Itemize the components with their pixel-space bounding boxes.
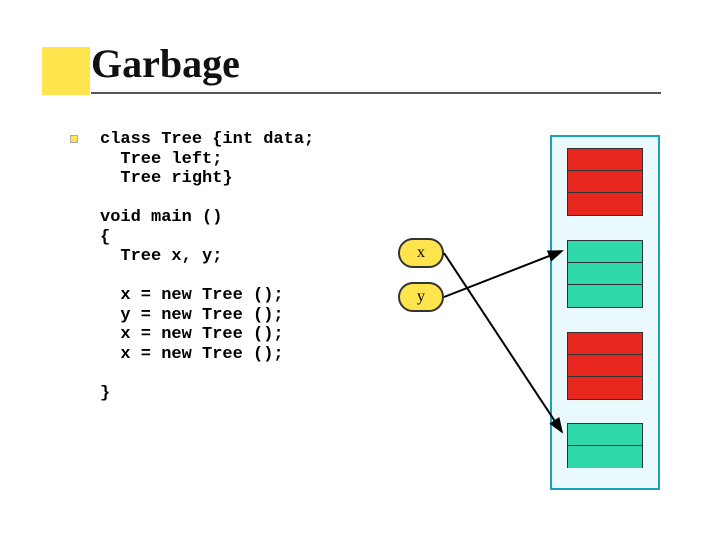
title-accent [42, 47, 90, 95]
heap-object [567, 423, 643, 468]
heap-cell [568, 171, 642, 193]
heap-cell [568, 263, 642, 285]
heap-object [567, 240, 643, 308]
heap-cell [568, 149, 642, 171]
variable-x: x [398, 238, 444, 268]
title-underline [91, 92, 661, 94]
heap-cell [568, 355, 642, 377]
heap-cell [568, 241, 642, 263]
heap-object [567, 332, 643, 400]
code-block: class Tree {int data; Tree left; Tree ri… [100, 130, 314, 404]
heap-cell [568, 377, 642, 399]
variable-x-label: x [417, 244, 425, 262]
page-title: Garbage [91, 40, 240, 87]
heap-cell [568, 193, 642, 215]
heap-cell [568, 424, 642, 446]
variable-y-label: y [417, 288, 425, 306]
heap-cell [568, 333, 642, 355]
heap-object [567, 148, 643, 216]
bullet-icon [70, 135, 78, 143]
variable-y: y [398, 282, 444, 312]
heap-cell [568, 446, 642, 468]
heap-cell [568, 285, 642, 307]
